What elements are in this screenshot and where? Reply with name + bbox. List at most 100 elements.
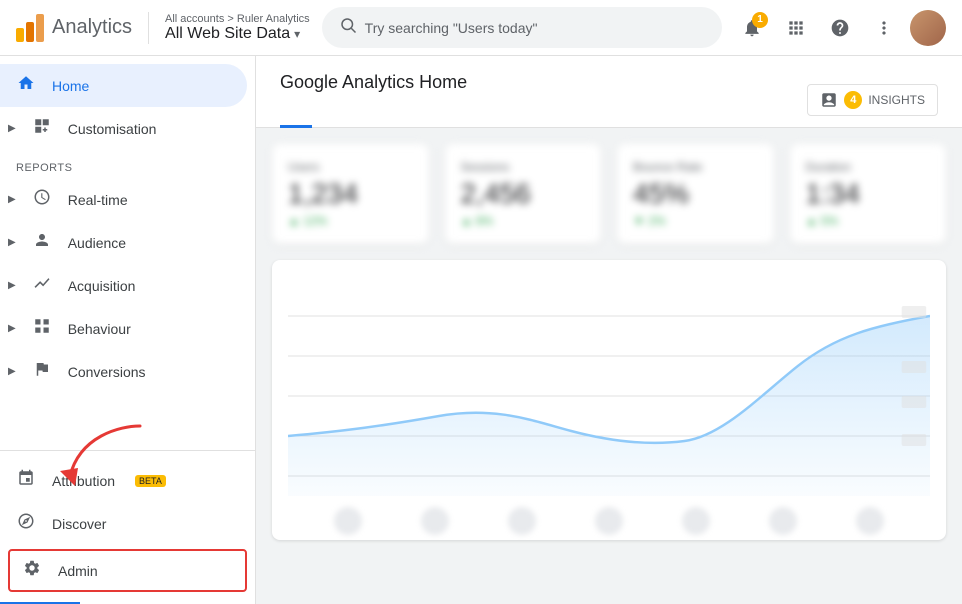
expand-icon-audience: ▶ bbox=[8, 237, 16, 248]
top-header: Analytics All accounts > Ruler Analytics… bbox=[0, 0, 962, 56]
chart-card: Last 7 days ▾ AUDIENCE OVERVIEW › bbox=[272, 260, 946, 540]
realtime-label: Real-time bbox=[68, 192, 128, 208]
chart-x-axis bbox=[288, 499, 930, 540]
insights-count-badge: 4 bbox=[844, 91, 862, 109]
logo-bar-3 bbox=[36, 14, 44, 42]
audience-label: Audience bbox=[68, 235, 126, 251]
metric-label-3: Duration bbox=[806, 160, 931, 174]
content-header: Google Analytics Home 4 INSIGHTS bbox=[256, 56, 962, 128]
audience-icon bbox=[32, 231, 52, 254]
sidebar-item-home[interactable]: Home bbox=[0, 64, 247, 107]
discover-label: Discover bbox=[52, 516, 106, 532]
search-icon bbox=[339, 16, 357, 39]
x-dot-6 bbox=[856, 507, 884, 535]
sidebar-item-audience[interactable]: ▶ Audience bbox=[0, 221, 247, 264]
search-placeholder-text: Try searching "Users today" bbox=[365, 20, 538, 36]
expand-icon-conversions: ▶ bbox=[8, 366, 16, 377]
content-header-left: Google Analytics Home bbox=[280, 72, 467, 127]
reports-section-label: REPORTS bbox=[0, 150, 255, 178]
user-avatar[interactable] bbox=[910, 10, 946, 46]
search-bar[interactable]: Try searching "Users today" bbox=[322, 7, 722, 48]
account-name[interactable]: All Web Site Data ▾ bbox=[165, 25, 310, 43]
metric-change-2: ▼ 2% bbox=[633, 214, 758, 228]
metric-value-1: 2,456 bbox=[461, 178, 586, 210]
notification-badge: 1 bbox=[752, 12, 768, 28]
app-title: Analytics bbox=[52, 16, 132, 39]
expand-icon-behaviour: ▶ bbox=[8, 323, 16, 334]
expand-icon-realtime: ▶ bbox=[8, 194, 16, 205]
x-dot-4 bbox=[682, 507, 710, 535]
metric-card-1: Sessions 2,456 ▲ 8% bbox=[445, 144, 602, 244]
breadcrumb-all: All accounts bbox=[165, 13, 224, 25]
x-dot-3 bbox=[595, 507, 623, 535]
logo-area: Analytics bbox=[16, 14, 132, 42]
page-title: Google Analytics Home bbox=[280, 72, 467, 93]
conversions-label: Conversions bbox=[68, 364, 146, 380]
sidebar: Home ▶ Customisation REPORTS ▶ Real-time bbox=[0, 56, 256, 604]
metric-card-3: Duration 1:34 ▲ 5% bbox=[790, 144, 947, 244]
tab-bar bbox=[280, 105, 467, 127]
sidebar-item-discover[interactable]: Discover bbox=[0, 502, 247, 545]
sidebar-item-behaviour[interactable]: ▶ Behaviour bbox=[0, 307, 247, 350]
avatar-image bbox=[910, 10, 946, 46]
discover-icon bbox=[16, 512, 36, 535]
acquisition-icon bbox=[32, 274, 52, 297]
insights-label: INSIGHTS bbox=[868, 93, 925, 107]
metric-card-0: Users 1,234 ▲ 12% bbox=[272, 144, 429, 244]
customisation-icon bbox=[32, 117, 52, 140]
metric-change-0: ▲ 12% bbox=[288, 214, 413, 228]
x-dot-5 bbox=[769, 507, 797, 535]
apps-button[interactable] bbox=[778, 10, 814, 46]
beta-badge: BETA bbox=[135, 475, 166, 487]
admin-label: Admin bbox=[58, 563, 98, 579]
tab-main[interactable] bbox=[280, 105, 312, 128]
insights-button[interactable]: 4 INSIGHTS bbox=[807, 84, 938, 116]
x-dot-2 bbox=[508, 507, 536, 535]
home-label: Home bbox=[52, 78, 89, 94]
notifications-button[interactable]: 1 bbox=[734, 10, 770, 46]
sidebar-item-acquisition[interactable]: ▶ Acquisition bbox=[0, 264, 247, 307]
main-content: Google Analytics Home 4 INSIGHTS Users 1… bbox=[256, 56, 962, 604]
header-actions: 1 bbox=[734, 10, 946, 46]
conversions-icon bbox=[32, 360, 52, 383]
logo-bar-2 bbox=[26, 22, 34, 42]
behaviour-label: Behaviour bbox=[68, 321, 131, 337]
sidebar-item-customisation[interactable]: ▶ Customisation bbox=[0, 107, 247, 150]
metric-value-0: 1,234 bbox=[288, 178, 413, 210]
metric-change-3: ▲ 5% bbox=[806, 214, 931, 228]
behaviour-icon bbox=[32, 317, 52, 340]
breadcrumb-sub: Ruler Analytics bbox=[237, 13, 310, 25]
account-breadcrumb: All accounts > Ruler Analytics bbox=[165, 13, 310, 25]
sidebar-item-realtime[interactable]: ▶ Real-time bbox=[0, 178, 247, 221]
expand-icon-acquisition: ▶ bbox=[8, 280, 16, 291]
metric-label-2: Bounce Rate bbox=[633, 160, 758, 174]
sidebar-item-attribution[interactable]: Attribution BETA bbox=[0, 459, 247, 502]
more-options-button[interactable] bbox=[866, 10, 902, 46]
x-dot-0 bbox=[334, 507, 362, 535]
header-divider bbox=[148, 12, 149, 44]
home-icon bbox=[16, 74, 36, 97]
breadcrumb-sep: > bbox=[227, 13, 236, 25]
attribution-label: Attribution bbox=[52, 473, 115, 489]
metrics-row: Users 1,234 ▲ 12% Sessions 2,456 ▲ 8% Bo… bbox=[272, 144, 946, 244]
main-layout: Home ▶ Customisation REPORTS ▶ Real-time bbox=[0, 56, 962, 604]
help-button[interactable] bbox=[822, 10, 858, 46]
metric-change-1: ▲ 8% bbox=[461, 214, 586, 228]
acquisition-label: Acquisition bbox=[68, 278, 136, 294]
expand-icon-customisation: ▶ bbox=[8, 123, 16, 134]
metric-value-2: 45% bbox=[633, 178, 758, 210]
realtime-icon bbox=[32, 188, 52, 211]
metric-label-1: Sessions bbox=[461, 160, 586, 174]
sidebar-item-conversions[interactable]: ▶ Conversions bbox=[0, 350, 247, 393]
analytics-logo bbox=[16, 14, 44, 42]
audience-chart bbox=[288, 276, 930, 496]
logo-bar-1 bbox=[16, 28, 24, 42]
metric-card-2: Bounce Rate 45% ▼ 2% bbox=[617, 144, 774, 244]
admin-icon bbox=[22, 559, 42, 582]
dashboard-body: Users 1,234 ▲ 12% Sessions 2,456 ▲ 8% Bo… bbox=[256, 128, 962, 556]
sidebar-nav: Home ▶ Customisation REPORTS ▶ Real-time bbox=[0, 56, 255, 450]
sidebar-item-admin[interactable]: Admin bbox=[8, 549, 247, 592]
attribution-icon bbox=[16, 469, 36, 492]
metric-label-0: Users bbox=[288, 160, 413, 174]
account-selector[interactable]: All accounts > Ruler Analytics All Web S… bbox=[165, 13, 310, 43]
